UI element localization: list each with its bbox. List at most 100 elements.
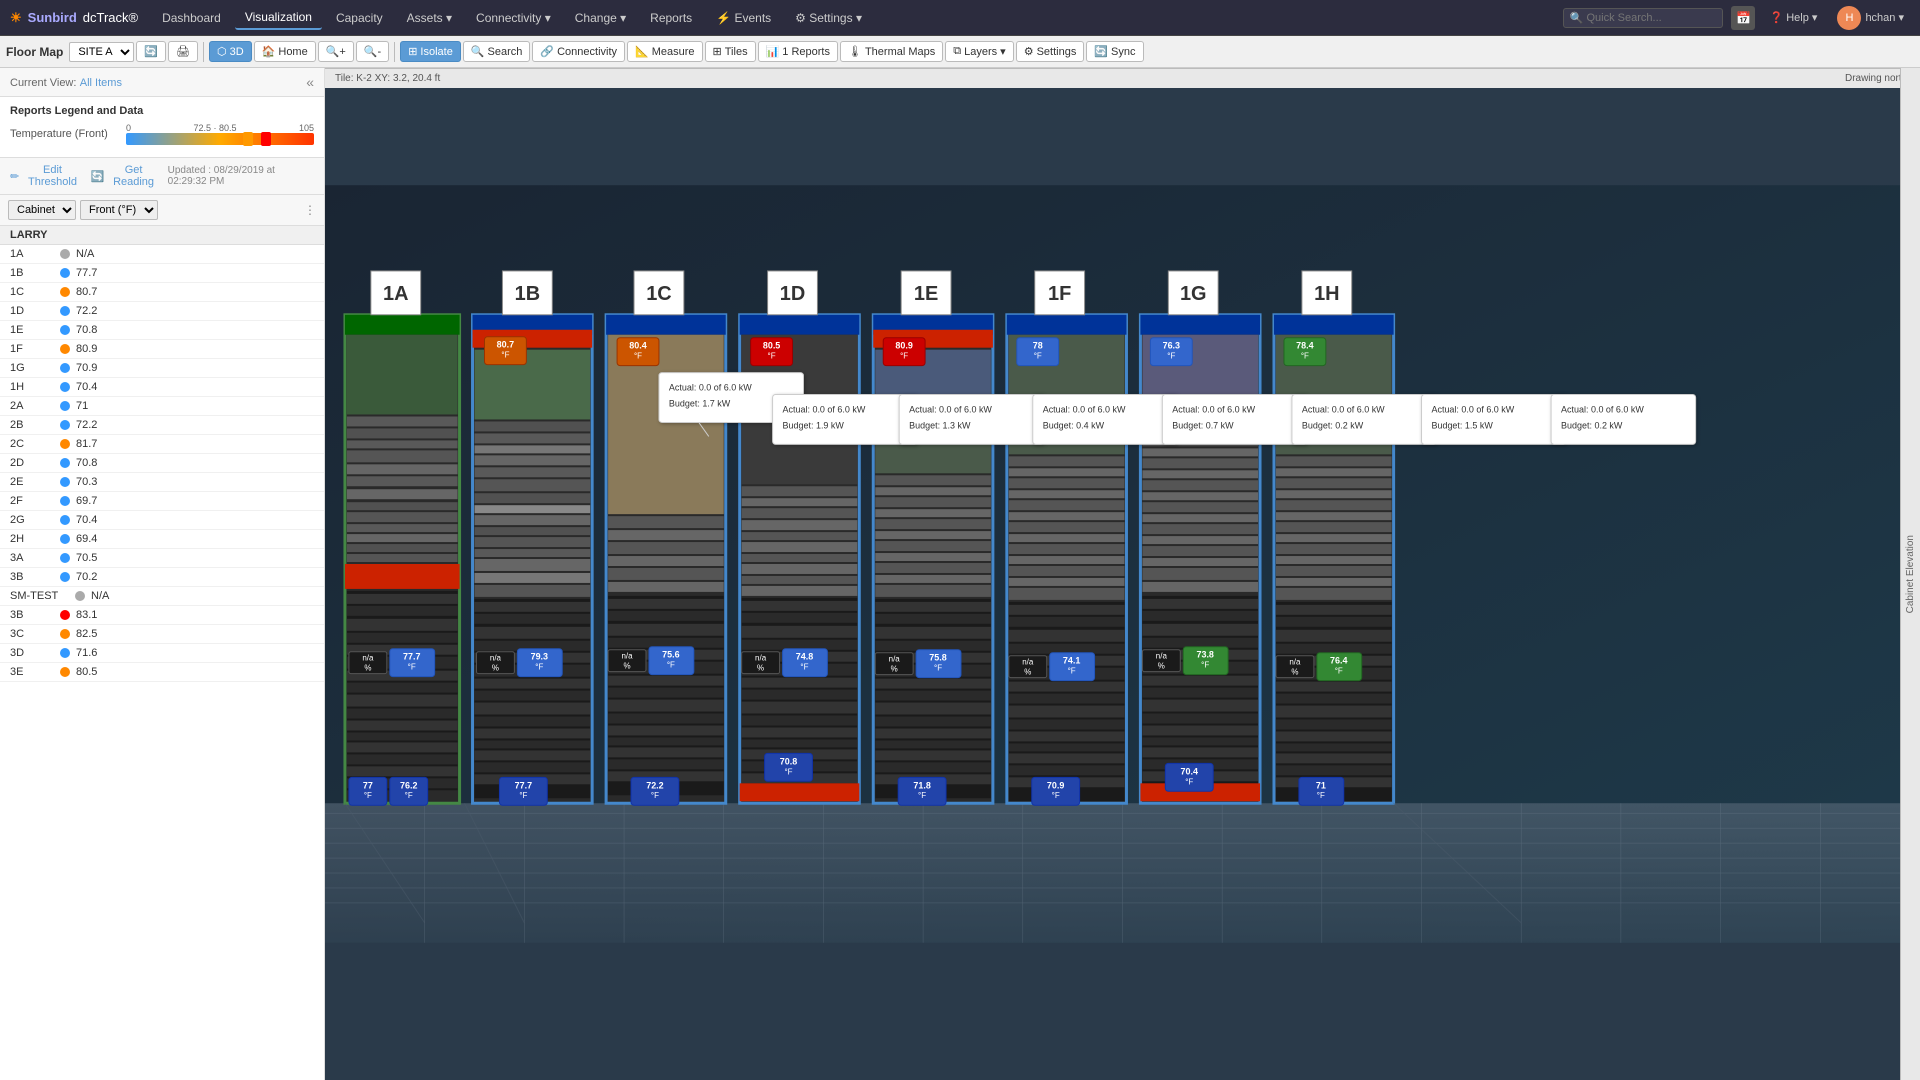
- svg-text:°F: °F: [651, 791, 659, 800]
- scale-max: 105: [299, 123, 314, 133]
- cabinet-item-2c[interactable]: 2C 81.7: [0, 435, 324, 454]
- cabinet-item-2g[interactable]: 2G 70.4: [0, 511, 324, 530]
- cabinet-id-2b: 2B: [10, 419, 60, 431]
- reports-button[interactable]: 📊 1 Reports: [758, 41, 838, 62]
- svg-text:%: %: [1291, 668, 1298, 677]
- svg-text:Actual: 0.0 of 6.0 kW: Actual: 0.0 of 6.0 kW: [1302, 404, 1385, 414]
- 3d-button[interactable]: ⬡ 3D: [209, 41, 252, 62]
- user-menu[interactable]: H hchan ▾: [1831, 4, 1910, 32]
- cabinet-val-1a: N/A: [76, 248, 94, 260]
- svg-text:Actual: 0.0 of 6.0 kW: Actual: 0.0 of 6.0 kW: [1172, 404, 1255, 414]
- rack-1c[interactable]: 1C 80.4 °F n/a % 75.6 °F 72.2 °F: [606, 271, 726, 805]
- calendar-icon[interactable]: 📅: [1731, 6, 1755, 30]
- cabinet-item-2b[interactable]: 2B 72.2: [0, 416, 324, 435]
- tiles-button[interactable]: ⊞ Tiles: [705, 41, 756, 62]
- cabinet-dot-1c: [60, 287, 70, 297]
- cabinet-more-icon[interactable]: ⋮: [304, 203, 316, 217]
- cabinet-item-1b[interactable]: 1B 77.7: [0, 264, 324, 283]
- cabinet-item-3a[interactable]: 3A 70.5: [0, 549, 324, 568]
- site-selector[interactable]: SITE A: [69, 42, 134, 62]
- left-panel: Current View: All Items « Reports Legend…: [0, 68, 325, 1080]
- cabinet-val-1h: 70.4: [76, 381, 97, 393]
- cabinet-item-1c[interactable]: 1C 80.7: [0, 283, 324, 302]
- nav-reports[interactable]: Reports: [640, 7, 702, 29]
- cabinet-item-2d[interactable]: 2D 70.8: [0, 454, 324, 473]
- scale-markers: 0 72.5 · 80.5 105: [126, 123, 314, 133]
- app-logo: ☀ Sunbird dcTrack®: [10, 10, 138, 26]
- rack-1d[interactable]: 1D 80.5 °F n/a % 74.8 °F 70.8 °F: [740, 271, 860, 803]
- cabinet-item-1a[interactable]: 1A N/A: [0, 245, 324, 264]
- cabinet-dot-2g: [60, 515, 70, 525]
- cabinet-item-2f[interactable]: 2F 69.7: [0, 492, 324, 511]
- tooltip-1f: Actual: 0.0 of 6.0 kW Budget: 0.2 kW: [1292, 395, 1437, 445]
- svg-text:%: %: [492, 664, 499, 673]
- isolate-label: Isolate: [420, 46, 452, 58]
- rack-1b[interactable]: 1B 80.7 °F n/a % 79.3 °F 77.7 °F: [473, 271, 593, 805]
- refresh-button[interactable]: 🔄: [136, 41, 166, 62]
- nav-dashboard[interactable]: Dashboard: [152, 7, 231, 29]
- zoom-in-button[interactable]: 🔍+: [318, 41, 354, 62]
- help-button[interactable]: ❓ Help ▾: [1763, 9, 1823, 26]
- cabinet-item-1g[interactable]: 1G 70.9: [0, 359, 324, 378]
- print-button[interactable]: 🖨: [168, 41, 198, 62]
- cabinet-val-2c: 81.7: [76, 438, 97, 450]
- cabinet-item-2h[interactable]: 2H 69.4: [0, 530, 324, 549]
- get-reading-label: Get Reading: [107, 164, 159, 188]
- nav-events[interactable]: ⚡ Events: [706, 7, 781, 29]
- settings-button[interactable]: ⚙ Settings: [1016, 41, 1085, 62]
- cabinet-item-3d[interactable]: 3C 82.5: [0, 625, 324, 644]
- home-button[interactable]: 🏠 Home: [254, 41, 316, 62]
- rack-1g[interactable]: 1G 76.3 °F n/a % 73.8 °F 70.4 °F: [1140, 271, 1260, 803]
- measure-button[interactable]: 📐 Measure: [627, 41, 703, 62]
- isolate-button[interactable]: ⊞ Isolate: [400, 41, 461, 62]
- rack-1e[interactable]: 1E 80.9 °F n/a % 75.8 °F 71.8 °F: [873, 271, 993, 805]
- thermal-maps-button[interactable]: 🌡 Thermal Maps: [840, 41, 943, 62]
- nav-change[interactable]: Change ▾: [565, 7, 636, 29]
- sensor-selector[interactable]: Front (°F): [80, 200, 158, 220]
- sync-icon: 🔄: [1094, 45, 1108, 58]
- temp-legend-label: Temperature (Front): [10, 128, 120, 140]
- cabinet-item-3e[interactable]: 3D 71.6: [0, 644, 324, 663]
- cabinet-item-3b[interactable]: 3B 70.2: [0, 568, 324, 587]
- svg-text:n/a: n/a: [889, 655, 901, 664]
- rack-1a[interactable]: 1A 77 °F 76.2 °F n/a % 77.7 °F: [345, 271, 460, 805]
- cabinet-dot-1h: [60, 382, 70, 392]
- cabinet-item-sm-test[interactable]: SM-TEST N/A: [0, 587, 324, 606]
- cabinet-item-1d[interactable]: 1D 72.2: [0, 302, 324, 321]
- rack-1f[interactable]: 1F 78 °F n/a % 74.1 °F 70.9 °F: [1007, 271, 1127, 805]
- rack-1h[interactable]: 1H 78.4 °F n/a % 76.4 °F 71 °F: [1274, 271, 1394, 805]
- nav-settings[interactable]: ⚙ Settings ▾: [785, 7, 872, 29]
- cabinet-item-1f[interactable]: 1F 80.9: [0, 340, 324, 359]
- cabinet-list: LARRY 1A N/A 1B 77.7 1C 80.7 1D 72.2: [0, 226, 324, 1080]
- svg-text:n/a: n/a: [362, 654, 374, 663]
- connectivity-button[interactable]: 🔗 Connectivity: [532, 41, 625, 62]
- svg-text:%: %: [623, 662, 630, 671]
- nav-connectivity[interactable]: Connectivity ▾: [466, 7, 561, 29]
- 3d-viewport[interactable]: Cabinet Elevation: [325, 68, 1920, 1080]
- rack-visualization[interactable]: 1A 77 °F 76.2 °F n/a % 77.7 °F: [325, 68, 1900, 1060]
- layers-button[interactable]: ⧉ Layers ▾: [945, 41, 1013, 62]
- edit-threshold-button[interactable]: ✏ Edit Threshold: [10, 164, 83, 188]
- panel-collapse-button[interactable]: «: [306, 74, 314, 90]
- nav-visualization[interactable]: Visualization: [235, 6, 322, 30]
- svg-text:%: %: [1158, 662, 1165, 671]
- cabinet-item-2a[interactable]: 2A 71: [0, 397, 324, 416]
- cabinet-type-selector[interactable]: Cabinet: [8, 200, 76, 220]
- svg-text:78.4: 78.4: [1296, 341, 1313, 351]
- zoom-out-button[interactable]: 🔍-: [356, 41, 389, 62]
- quick-search-input[interactable]: [1563, 8, 1723, 28]
- nav-capacity[interactable]: Capacity: [326, 7, 393, 29]
- svg-text:75.8: 75.8: [929, 653, 946, 663]
- get-reading-button[interactable]: 🔄 Get Reading: [91, 164, 160, 188]
- svg-text:n/a: n/a: [490, 654, 502, 663]
- cabinet-item-1h[interactable]: 1H 70.4: [0, 378, 324, 397]
- current-view-label: Current View:: [10, 77, 76, 89]
- sync-button[interactable]: 🔄 Sync: [1086, 41, 1143, 62]
- cabinet-item-3f[interactable]: 3E 80.5: [0, 663, 324, 682]
- cabinet-item-2e[interactable]: 2E 70.3: [0, 473, 324, 492]
- search-toolbar-button[interactable]: 🔍 Search: [463, 41, 531, 62]
- cabinet-item-1e[interactable]: 1E 70.8: [0, 321, 324, 340]
- cabinet-id-2a: 2A: [10, 400, 60, 412]
- nav-assets[interactable]: Assets ▾: [397, 7, 462, 29]
- cabinet-item-3c[interactable]: 3B 83.1: [0, 606, 324, 625]
